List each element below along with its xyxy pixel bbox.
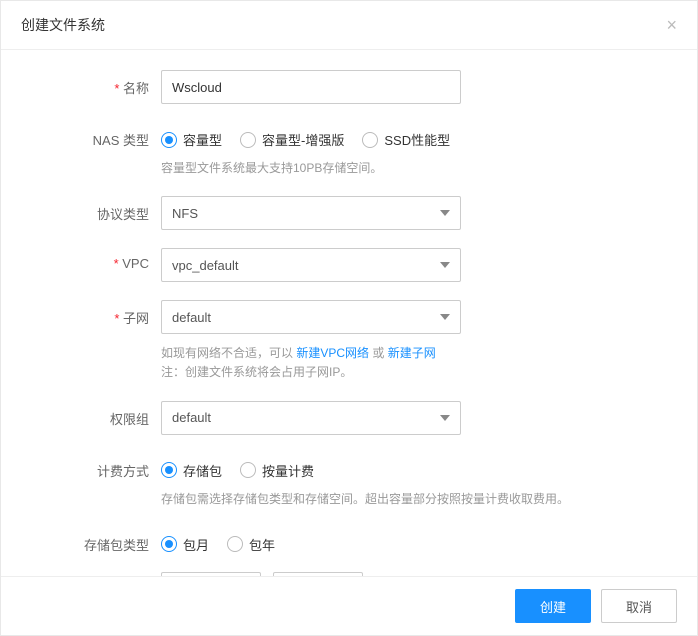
dialog-header: 创建文件系统 ×	[1, 1, 697, 50]
row-name: 名称	[41, 70, 657, 104]
radio-label: 容量型-增强版	[262, 130, 344, 149]
link-new-vpc[interactable]: 新建VPC网络	[296, 346, 369, 360]
radio-label: 包月	[183, 535, 209, 554]
select-value: vpc_default	[172, 258, 239, 273]
radio-yearly[interactable]: 包年	[227, 535, 275, 554]
row-subnet: 子网 default 如现有网络不合适，可以 新建VPC网络 或 新建子网 注：…	[41, 300, 657, 382]
label-billing: 计费方式	[41, 453, 161, 480]
label-name: 名称	[41, 70, 161, 97]
row-protocol: 协议类型 NFS	[41, 196, 657, 230]
nas-type-radio-group: 容量型 容量型-增强版 SSD性能型	[161, 122, 657, 149]
radio-monthly[interactable]: 包月	[161, 535, 209, 554]
radio-label: SSD性能型	[384, 130, 450, 149]
row-vpc: VPC vpc_default	[41, 248, 657, 282]
dialog-body: 名称 NAS 类型 容量型 容量型-增强版	[1, 50, 697, 576]
row-billing: 计费方式 存储包 按量计费 存储包需选择存储包类型和存储空间。超出容量部分按照按…	[41, 453, 657, 509]
label-protocol: 协议类型	[41, 196, 161, 223]
create-filesystem-dialog: 创建文件系统 × 名称 NAS 类型 容量型 容量型-增强版	[0, 0, 698, 636]
row-permission: 权限组 default	[41, 401, 657, 435]
radio-icon	[161, 462, 177, 478]
link-new-subnet[interactable]: 新建子网	[388, 346, 436, 360]
radio-icon	[161, 536, 177, 552]
radio-icon	[161, 132, 177, 148]
label-vpc: VPC	[41, 248, 161, 271]
name-input[interactable]	[161, 70, 461, 104]
radio-icon	[240, 132, 256, 148]
radio-icon	[362, 132, 378, 148]
label-nas-type: NAS 类型	[41, 122, 161, 149]
subnet-select[interactable]: default	[161, 300, 461, 334]
radio-ssd[interactable]: SSD性能型	[362, 130, 450, 149]
create-button[interactable]: 创建	[515, 589, 591, 623]
storage-unit-select[interactable]: GB	[273, 572, 363, 576]
select-value: default	[172, 410, 211, 425]
radio-label: 包年	[249, 535, 275, 554]
radio-storage-package[interactable]: 存储包	[161, 461, 222, 480]
subnet-hint: 如现有网络不合适，可以 新建VPC网络 或 新建子网 注：创建文件系统将会占用子…	[161, 344, 657, 382]
label-subnet: 子网	[41, 300, 161, 327]
row-nas-type: NAS 类型 容量型 容量型-增强版 SSD性能型	[41, 122, 657, 178]
select-value: default	[172, 310, 211, 325]
radio-capacity[interactable]: 容量型	[161, 130, 222, 149]
radio-label: 按量计费	[262, 461, 314, 480]
subnet-hint2: 注：创建文件系统将会占用子网IP。	[161, 365, 352, 379]
radio-pay-as-you-go[interactable]: 按量计费	[240, 461, 314, 480]
package-type-radio-group: 包月 包年	[161, 527, 657, 554]
radio-label: 容量型	[183, 130, 222, 149]
billing-radio-group: 存储包 按量计费	[161, 453, 657, 480]
radio-icon	[240, 462, 256, 478]
row-package-type: 存储包类型 包月 包年	[41, 527, 657, 554]
close-icon[interactable]: ×	[666, 16, 677, 34]
radio-label: 存储包	[183, 461, 222, 480]
nas-type-hint: 容量型文件系统最大支持10PB存储空间。	[161, 159, 657, 178]
vpc-select[interactable]: vpc_default	[161, 248, 461, 282]
cancel-button[interactable]: 取消	[601, 589, 677, 623]
radio-icon	[227, 536, 243, 552]
radio-capacity-enhanced[interactable]: 容量型-增强版	[240, 130, 344, 149]
label-permission: 权限组	[41, 401, 161, 428]
protocol-select[interactable]: NFS	[161, 196, 461, 230]
permission-select[interactable]: default	[161, 401, 461, 435]
dialog-title: 创建文件系统	[21, 15, 105, 35]
select-value: NFS	[172, 206, 198, 221]
dialog-footer: 创建 取消	[1, 576, 697, 635]
label-package-type: 存储包类型	[41, 527, 161, 554]
billing-hint: 存储包需选择存储包类型和存储空间。超出容量部分按照按量计费收取费用。	[161, 490, 657, 509]
